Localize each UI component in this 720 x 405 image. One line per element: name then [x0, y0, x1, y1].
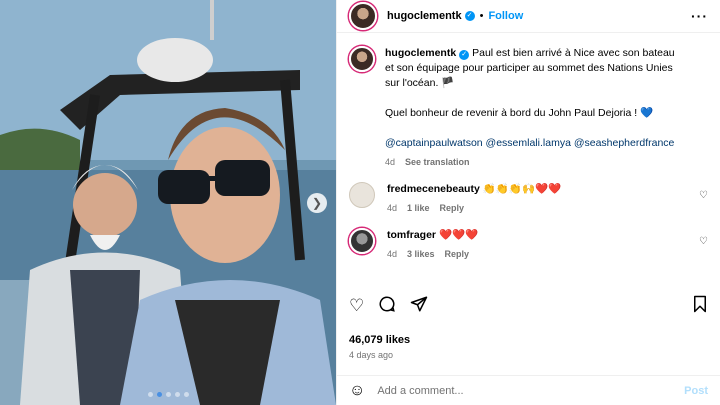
- reply-button[interactable]: Reply: [445, 247, 470, 262]
- caption-body: hugoclementk ✓ Paul est bien arrivé à Nic…: [385, 46, 685, 170]
- comment-item: fredmecenebeauty 👏👏👏🙌❤️❤️ 4d 1 like Repl…: [337, 182, 720, 216]
- more-options-icon[interactable]: ···: [691, 8, 708, 24]
- bookmark-icon[interactable]: [692, 295, 708, 316]
- add-comment-bar: ☺ Post: [337, 375, 720, 405]
- commenter-username[interactable]: tomfrager: [387, 229, 436, 241]
- heart-icon[interactable]: ♡: [349, 297, 364, 314]
- follow-button[interactable]: Follow: [488, 10, 523, 22]
- caption-mentions[interactable]: @captainpaulwatson @essemlali.lamya @sea…: [385, 136, 685, 151]
- comment-body: tomfrager ❤️❤️❤️ 4d 3 likes Reply: [387, 228, 478, 262]
- author-username[interactable]: hugoclementk: [387, 10, 462, 22]
- commenter-username[interactable]: fredmecenebeauty: [387, 183, 480, 195]
- comment-text: 👏👏👏🙌❤️❤️: [482, 183, 562, 195]
- selfie-photo: [0, 0, 336, 405]
- comment-likes[interactable]: 1 like: [407, 201, 430, 216]
- comment-meta: 4d 3 likes Reply: [387, 247, 478, 262]
- verified-badge-icon: ✓: [459, 50, 470, 60]
- verified-badge-icon: ✓: [464, 11, 475, 21]
- carousel-dot-active: [156, 392, 162, 397]
- see-translation-link[interactable]: See translation: [405, 155, 470, 170]
- post-photo: ❯: [0, 0, 336, 405]
- post-comment-button[interactable]: Post: [684, 385, 708, 397]
- carousel-dots: [0, 392, 336, 397]
- caption-username[interactable]: hugoclementk: [385, 47, 456, 59]
- post-header: hugoclementk ✓ • Follow ···: [337, 0, 720, 33]
- caption: hugoclementk ✓ Paul est bien arrivé à Nic…: [337, 34, 720, 170]
- comment-likes[interactable]: 3 likes: [407, 247, 435, 262]
- caption-meta: 4d See translation: [385, 155, 685, 170]
- post-actions: ♡: [349, 295, 708, 316]
- carousel-dot: [165, 392, 171, 397]
- caption-time: 4d: [385, 157, 396, 167]
- comment-time: 4d: [387, 203, 398, 213]
- carousel-dot: [174, 392, 180, 397]
- chevron-right-icon: ❯: [311, 196, 323, 210]
- commenter-avatar[interactable]: [349, 228, 375, 254]
- commenter-avatar[interactable]: [349, 182, 375, 208]
- comment-time: 4d: [387, 249, 398, 259]
- comment-body: fredmecenebeauty 👏👏👏🙌❤️❤️ 4d 1 like Repl…: [387, 182, 561, 216]
- comment-item: tomfrager ❤️❤️❤️ 4d 3 likes Reply ♡: [337, 228, 720, 262]
- emoji-icon[interactable]: ☺: [349, 382, 365, 400]
- post-timestamp[interactable]: 4 days ago: [349, 350, 393, 360]
- author-avatar[interactable]: [349, 2, 377, 30]
- comment-icon[interactable]: [378, 295, 396, 316]
- next-photo-button[interactable]: ❯: [307, 193, 327, 213]
- share-icon[interactable]: [410, 295, 428, 316]
- reply-button[interactable]: Reply: [440, 201, 465, 216]
- comment-meta: 4d 1 like Reply: [387, 201, 561, 216]
- carousel-dot: [183, 392, 189, 397]
- caption-text-2: Quel bonheur de revenir à bord du John P…: [385, 107, 654, 119]
- separator-dot: •: [479, 10, 484, 22]
- comment-like-heart-icon[interactable]: ♡: [699, 236, 708, 247]
- comment-input[interactable]: [377, 384, 685, 397]
- caption-author-avatar[interactable]: [349, 46, 375, 72]
- comment-text: ❤️❤️❤️: [438, 229, 479, 241]
- post-side-panel: hugoclementk ✓ • Follow ··· hugoclementk…: [336, 0, 720, 405]
- likes-count[interactable]: 46,079 likes: [349, 334, 410, 346]
- instagram-post: ❯ hugoclementk ✓ • Follow ··· hugoclemen…: [0, 0, 720, 405]
- carousel-dot: [147, 392, 153, 397]
- comment-like-heart-icon[interactable]: ♡: [699, 190, 708, 201]
- comments-feed[interactable]: hugoclementk ✓ Paul est bien arrivé à Nic…: [337, 34, 720, 291]
